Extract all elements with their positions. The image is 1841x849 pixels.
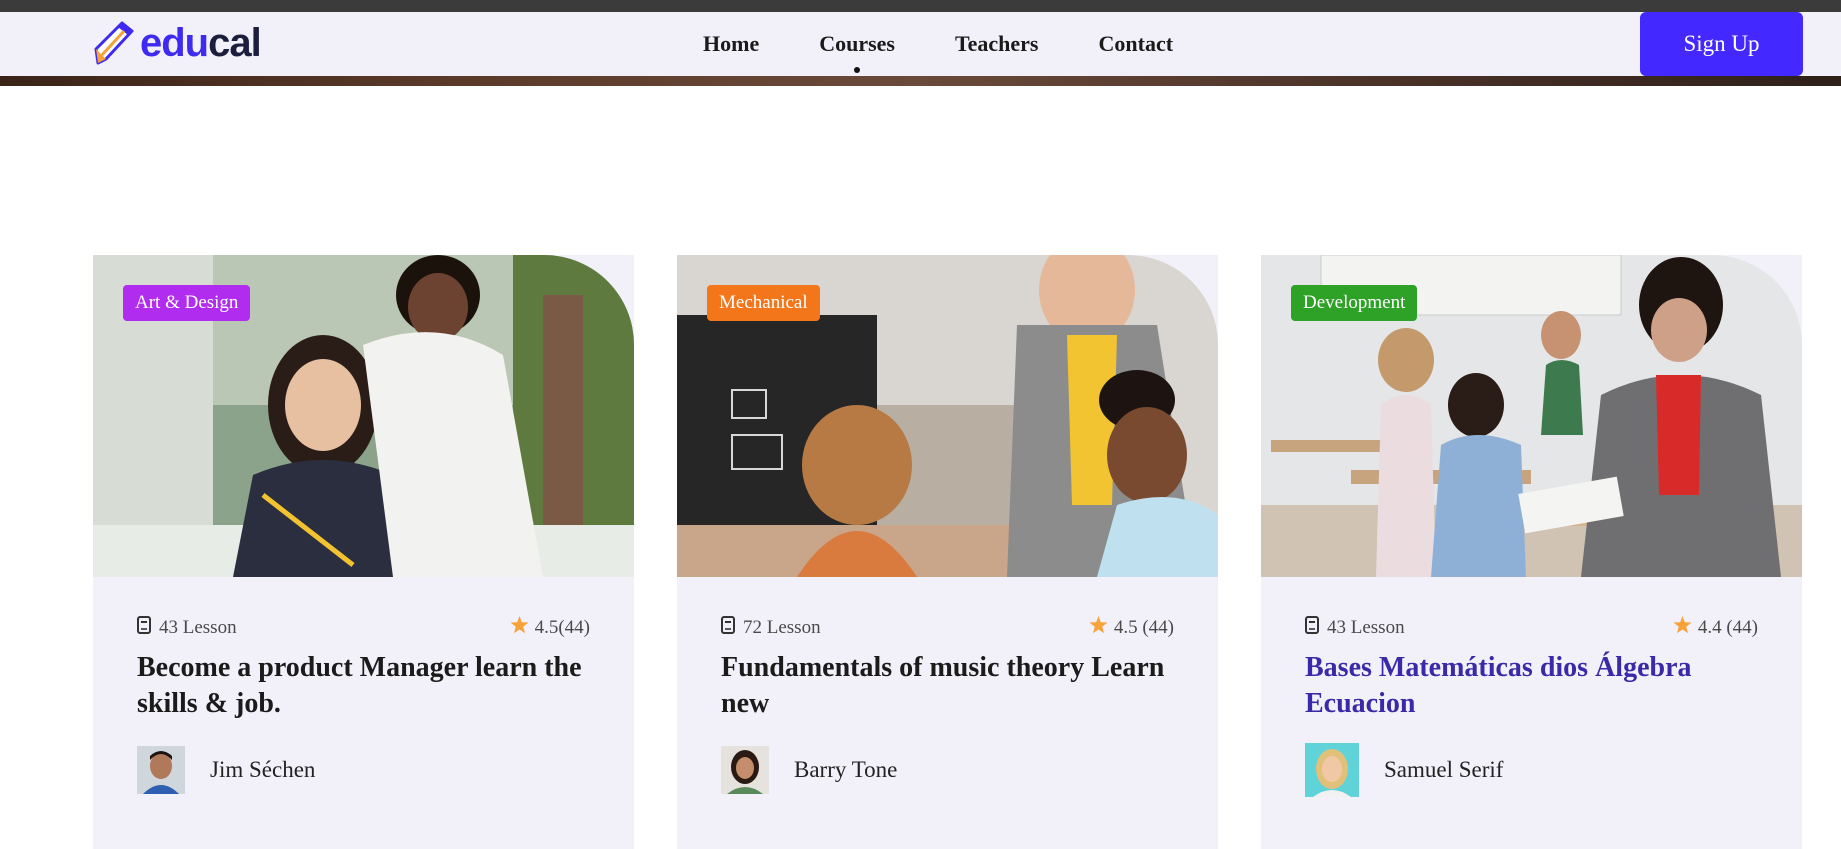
main-nav: Home Courses Teachers Contact (703, 12, 1233, 76)
course-title[interactable]: Fundamentals of music theory Learn new (721, 650, 1181, 722)
logo[interactable]: educal (92, 17, 262, 69)
course-rating: 4.5 (44) (1089, 616, 1174, 640)
category-tag[interactable]: Art & Design (123, 285, 251, 321)
lesson-count: 43 Lesson (137, 616, 237, 640)
course-rating: 4.4 (44) (1673, 616, 1758, 640)
book-icon (721, 616, 735, 640)
course-card[interactable]: Mechanical 72 Lesson 4.5 (44) Fundamenta… (677, 255, 1218, 849)
star-icon (510, 616, 529, 640)
star-icon (1089, 616, 1108, 640)
author-name: Samuel Serif (1384, 757, 1504, 782)
star-icon (1673, 616, 1692, 640)
course-meta: 43 Lesson 4.4 (44) (1305, 613, 1758, 643)
rating-text: 4.5(44) (534, 617, 590, 638)
course-image[interactable]: Mechanical (677, 255, 1218, 577)
course-card[interactable]: Development 43 Lesson 4.4 (44) Bases Mat… (1261, 255, 1802, 849)
rating-text: 4.5 (44) (1113, 617, 1174, 638)
course-image[interactable]: Development (1261, 255, 1802, 577)
course-author[interactable]: Jim Séchen (137, 745, 315, 795)
course-title[interactable]: Become a product Manager learn the skill… (137, 650, 597, 722)
site-header: educal Home Courses Teachers Contact Sig… (0, 12, 1841, 76)
nav-item-contact[interactable]: Contact (1099, 31, 1174, 57)
brand-name-part2: cal (208, 21, 262, 65)
category-tag[interactable]: Development (1291, 285, 1418, 321)
course-image[interactable]: Art & Design (93, 255, 634, 577)
avatar (137, 746, 185, 794)
author-name: Barry Tone (794, 757, 898, 782)
avatar (1305, 743, 1359, 797)
brand-name: educal (140, 21, 262, 65)
course-author[interactable]: Samuel Serif (1305, 743, 1504, 797)
course-meta: 43 Lesson 4.5(44) (137, 613, 590, 643)
lesson-count-text: 43 Lesson (1327, 617, 1405, 638)
lesson-count: 43 Lesson (1305, 616, 1405, 640)
category-tag[interactable]: Mechanical (707, 285, 820, 321)
lesson-count: 72 Lesson (721, 616, 821, 640)
nav-item-courses-label: Courses (819, 31, 895, 56)
lesson-count-text: 72 Lesson (743, 617, 821, 638)
nav-item-courses[interactable]: Courses (819, 31, 895, 73)
hero-image-edge (0, 76, 1841, 86)
book-icon (137, 616, 151, 640)
book-icon (1305, 616, 1319, 640)
lesson-count-text: 43 Lesson (159, 617, 237, 638)
nav-item-teachers[interactable]: Teachers (955, 31, 1039, 57)
avatar (721, 746, 769, 794)
active-indicator-dot (854, 67, 861, 73)
course-card[interactable]: Art & Design 43 Lesson 4.5(44) Become a … (93, 255, 634, 849)
course-rating: 4.5(44) (510, 616, 590, 640)
author-name: Jim Séchen (210, 757, 316, 782)
nav-item-home[interactable]: Home (703, 31, 759, 57)
browser-top-strip (0, 0, 1841, 12)
signup-button[interactable]: Sign Up (1640, 12, 1803, 76)
pencil-logo-icon (94, 21, 134, 65)
course-title[interactable]: Bases Matemáticas dios Álgebra Ecuacion (1305, 650, 1765, 722)
rating-text: 4.4 (44) (1697, 617, 1758, 638)
brand-name-part1: edu (140, 21, 209, 65)
course-author[interactable]: Barry Tone (721, 745, 897, 795)
course-meta: 72 Lesson 4.5 (44) (721, 613, 1174, 643)
